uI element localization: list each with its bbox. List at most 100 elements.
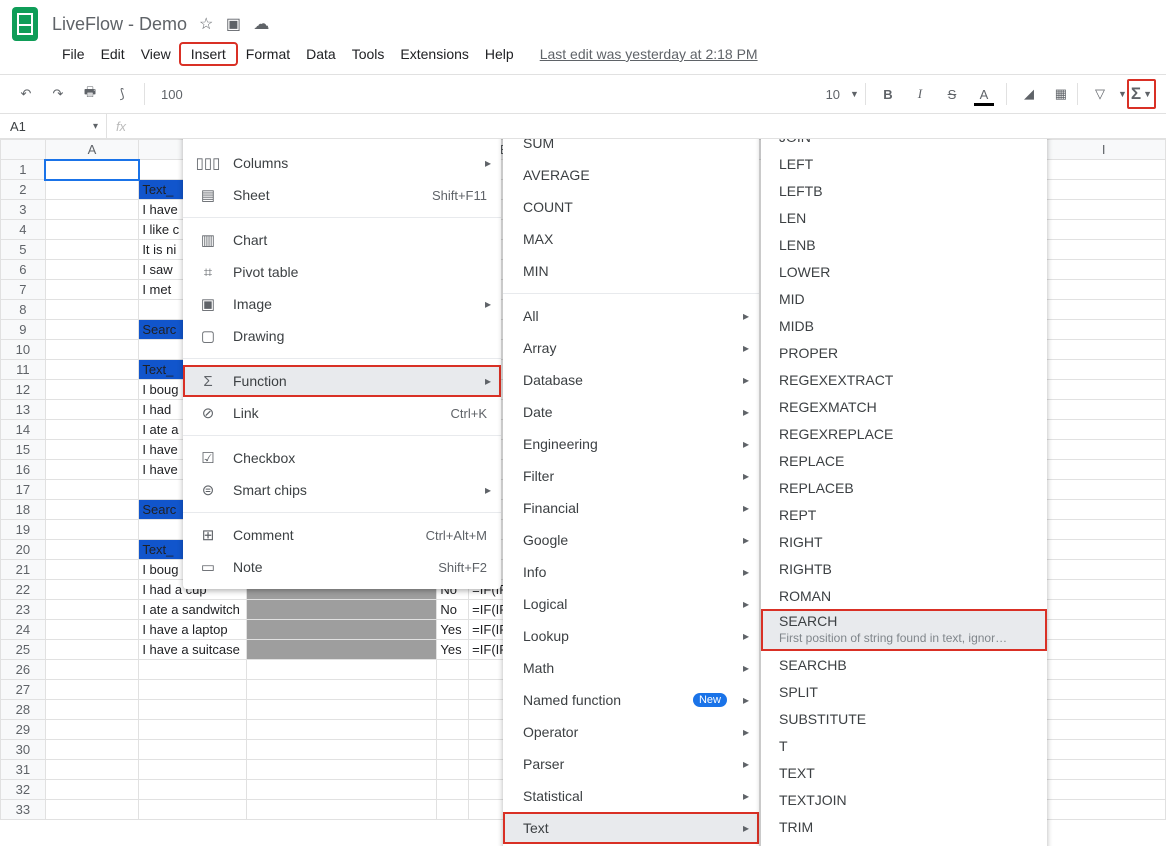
cell-A11[interactable] <box>45 360 139 380</box>
row-header-24[interactable]: 24 <box>1 620 46 640</box>
menu-help[interactable]: Help <box>477 42 522 66</box>
cell-I10[interactable] <box>1042 340 1166 360</box>
cell-A13[interactable] <box>45 400 139 420</box>
row-header-19[interactable]: 19 <box>1 520 46 540</box>
menu-tools[interactable]: Tools <box>344 42 393 66</box>
fncat-lookup[interactable]: Lookup <box>503 620 759 652</box>
filter-dropdown-icon[interactable]: ▼ <box>1118 89 1127 99</box>
cell-I9[interactable] <box>1042 320 1166 340</box>
undo-icon[interactable]: ↶ <box>16 84 36 104</box>
cell-D31[interactable] <box>437 760 469 780</box>
cell-D25[interactable]: Yes <box>437 640 469 660</box>
cell-A2[interactable] <box>45 180 139 200</box>
row-header-10[interactable]: 10 <box>1 340 46 360</box>
cell-I8[interactable] <box>1042 300 1166 320</box>
cell-A22[interactable] <box>45 580 139 600</box>
cell-D33[interactable] <box>437 800 469 820</box>
cell-B23[interactable]: I ate a sandwitch <box>139 600 247 620</box>
fillcolor-icon[interactable]: ◢ <box>1019 84 1039 104</box>
row-header-20[interactable]: 20 <box>1 540 46 560</box>
font-size[interactable]: 10 <box>826 87 840 102</box>
row-header-15[interactable]: 15 <box>1 440 46 460</box>
insert-chart[interactable]: ▥Chart <box>183 224 501 256</box>
row-header-28[interactable]: 28 <box>1 700 46 720</box>
fncat-math[interactable]: Math <box>503 652 759 684</box>
cell-A29[interactable] <box>45 720 139 740</box>
insert-function[interactable]: ΣFunction <box>183 365 501 397</box>
cell-A3[interactable] <box>45 200 139 220</box>
col-header-I[interactable]: I <box>1042 140 1166 160</box>
cell-I31[interactable] <box>1042 760 1166 780</box>
cell-I22[interactable] <box>1042 580 1166 600</box>
textfn-mid[interactable]: MID <box>761 285 1047 312</box>
cell-A33[interactable] <box>45 800 139 820</box>
textfn-regexmatch[interactable]: REGEXMATCH <box>761 393 1047 420</box>
cell-A23[interactable] <box>45 600 139 620</box>
textfn-len[interactable]: LEN <box>761 204 1047 231</box>
cell-A10[interactable] <box>45 340 139 360</box>
menu-extensions[interactable]: Extensions <box>392 42 476 66</box>
fncat-financial[interactable]: Financial <box>503 492 759 524</box>
row-header-9[interactable]: 9 <box>1 320 46 340</box>
redo-icon[interactable]: ↷ <box>48 84 68 104</box>
row-header-11[interactable]: 11 <box>1 360 46 380</box>
paintformat-icon[interactable]: ⟆ <box>112 84 132 104</box>
cell-I5[interactable] <box>1042 240 1166 260</box>
fncat-google[interactable]: Google <box>503 524 759 556</box>
cell-I13[interactable] <box>1042 400 1166 420</box>
name-box[interactable]: A1 <box>0 114 107 138</box>
row-header-16[interactable]: 16 <box>1 460 46 480</box>
print-icon[interactable]: 🖶 <box>80 84 100 104</box>
row-header-29[interactable]: 29 <box>1 720 46 740</box>
insert-drawing[interactable]: ▢Drawing <box>183 320 501 352</box>
cell-I25[interactable] <box>1042 640 1166 660</box>
cell-D30[interactable] <box>437 740 469 760</box>
cell-I28[interactable] <box>1042 700 1166 720</box>
textfn-trim[interactable]: TRIM <box>761 813 1047 840</box>
row-header-7[interactable]: 7 <box>1 280 46 300</box>
cell-I26[interactable] <box>1042 660 1166 680</box>
cell-B32[interactable] <box>139 780 247 800</box>
cell-B31[interactable] <box>139 760 247 780</box>
insert-link[interactable]: ⊘LinkCtrl+K <box>183 397 501 429</box>
cell-I14[interactable] <box>1042 420 1166 440</box>
menu-data[interactable]: Data <box>298 42 344 66</box>
insert-smart-chips[interactable]: ⊜Smart chips <box>183 474 501 506</box>
menu-format[interactable]: Format <box>238 42 298 66</box>
insert-note[interactable]: ▭NoteShift+F2 <box>183 551 501 583</box>
bold-icon[interactable]: B <box>878 84 898 104</box>
cell-A25[interactable] <box>45 640 139 660</box>
fn-sum[interactable]: SUM <box>503 139 759 159</box>
fn-count[interactable]: COUNT <box>503 191 759 223</box>
fontsize-dropdown-icon[interactable]: ▼ <box>850 89 859 99</box>
textfn-rept[interactable]: REPT <box>761 501 1047 528</box>
cell-I16[interactable] <box>1042 460 1166 480</box>
cell-A28[interactable] <box>45 700 139 720</box>
insert-comment[interactable]: ⊞CommentCtrl+Alt+M <box>183 519 501 551</box>
row-header-5[interactable]: 5 <box>1 240 46 260</box>
menu-edit[interactable]: Edit <box>93 42 133 66</box>
cell-A31[interactable] <box>45 760 139 780</box>
cell-I1[interactable] <box>1042 160 1166 180</box>
insert-rows[interactable]: ≡Rows <box>183 139 501 147</box>
cell-C23[interactable] <box>247 600 437 620</box>
cell-A17[interactable] <box>45 480 139 500</box>
cell-A18[interactable] <box>45 500 139 520</box>
cell-A24[interactable] <box>45 620 139 640</box>
cell-C24[interactable] <box>247 620 437 640</box>
cell-C32[interactable] <box>247 780 437 800</box>
fncat-parser[interactable]: Parser <box>503 748 759 780</box>
zoom-value[interactable]: 100 <box>161 87 183 102</box>
star-icon[interactable]: ☆ <box>199 16 213 33</box>
insert-checkbox[interactable]: ☑Checkbox <box>183 442 501 474</box>
row-header-3[interactable]: 3 <box>1 200 46 220</box>
fn-max[interactable]: MAX <box>503 223 759 255</box>
row-header-12[interactable]: 12 <box>1 380 46 400</box>
cell-A6[interactable] <box>45 260 139 280</box>
cell-I12[interactable] <box>1042 380 1166 400</box>
cell-B29[interactable] <box>139 720 247 740</box>
textfn-regexextract[interactable]: REGEXEXTRACT <box>761 366 1047 393</box>
fncat-engineering[interactable]: Engineering <box>503 428 759 460</box>
textfn-replaceb[interactable]: REPLACEB <box>761 474 1047 501</box>
row-header-23[interactable]: 23 <box>1 600 46 620</box>
